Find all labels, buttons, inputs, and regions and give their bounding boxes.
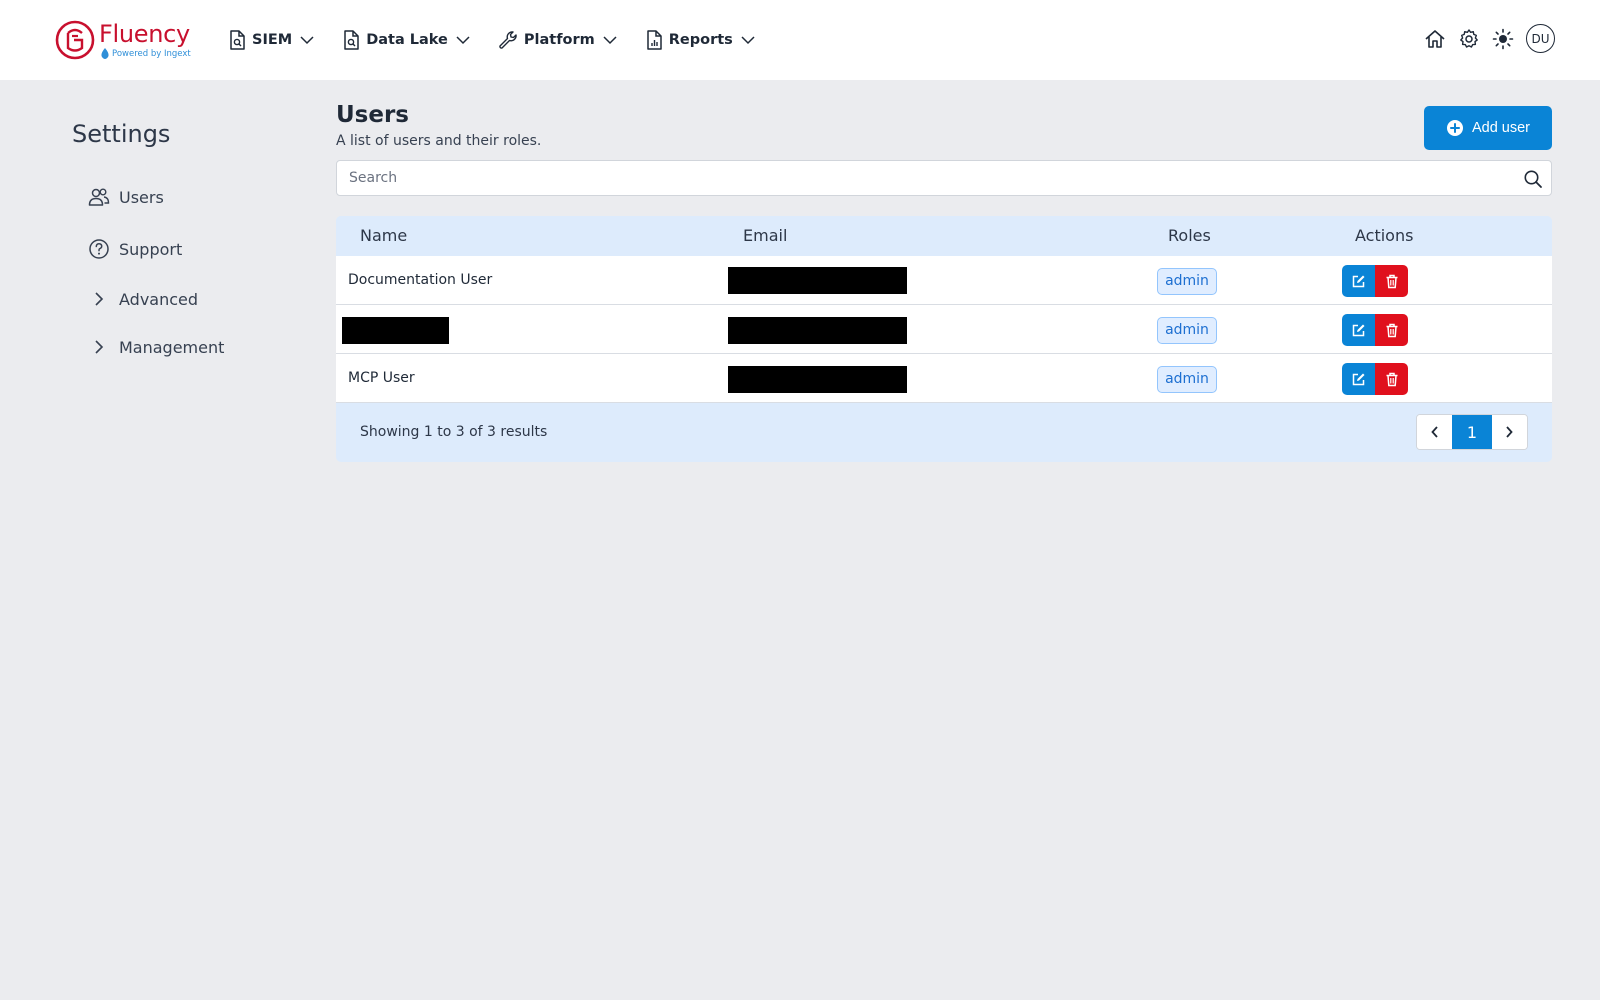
- users-icon: [88, 186, 110, 208]
- table-row: Documentation User admin: [336, 256, 1552, 305]
- main-nav: SIEM Data Lake Platform Reports: [228, 26, 783, 54]
- redacted-name: [342, 317, 449, 344]
- edit-user-button[interactable]: [1342, 265, 1375, 297]
- user-name: Documentation User: [348, 272, 493, 288]
- column-header-roles[interactable]: Roles: [1168, 226, 1211, 245]
- redacted-email: [728, 366, 907, 393]
- row-actions: [1342, 265, 1408, 297]
- page-subtitle: A list of users and their roles.: [336, 133, 542, 149]
- nav-siem[interactable]: SIEM: [228, 26, 314, 54]
- nav-siem-label: SIEM: [252, 32, 293, 48]
- powered-by-label: Powered by Ingext: [112, 49, 191, 59]
- sun-icon: [1492, 28, 1514, 49]
- report-chart-icon: [646, 30, 662, 50]
- chevron-left-icon: [1430, 426, 1438, 438]
- row-actions: [1342, 363, 1408, 395]
- redacted-email: [728, 267, 907, 294]
- nav-platform-label: Platform: [523, 32, 595, 48]
- settings-button[interactable]: [1458, 28, 1480, 50]
- chevron-down-icon: [300, 35, 314, 44]
- column-header-name[interactable]: Name: [360, 226, 407, 245]
- column-header-actions: Actions: [1355, 226, 1414, 245]
- column-header-email[interactable]: Email: [743, 226, 787, 245]
- sidebar-item-users[interactable]: Users: [88, 182, 164, 212]
- top-right-controls: DU: [1424, 24, 1555, 53]
- role-badge: admin: [1157, 268, 1217, 295]
- document-search-icon: [230, 30, 245, 50]
- add-user-button[interactable]: Add user: [1424, 106, 1552, 150]
- sidebar-item-support[interactable]: Support: [88, 234, 182, 264]
- trash-icon: [1386, 323, 1397, 337]
- role-badge: admin: [1157, 366, 1217, 393]
- chevron-down-icon: [741, 35, 755, 44]
- redacted-email: [728, 317, 907, 344]
- pagination: 1: [1416, 414, 1528, 450]
- delete-user-button[interactable]: [1375, 314, 1408, 346]
- add-user-label: Add user: [1471, 120, 1531, 136]
- edit-icon: [1352, 324, 1365, 336]
- edit-user-button[interactable]: [1342, 363, 1375, 395]
- sidebar-item-management[interactable]: Management: [88, 332, 224, 362]
- nav-platform[interactable]: Platform: [498, 26, 617, 54]
- row-actions: [1342, 314, 1408, 346]
- home-icon: [1425, 29, 1445, 48]
- previous-page-button[interactable]: [1417, 415, 1453, 449]
- nav-reports-label: Reports: [668, 32, 733, 48]
- users-table: Name Email Roles Actions Documentation U…: [336, 216, 1552, 462]
- sidebar-title: Settings: [72, 120, 171, 148]
- table-row: MCP User admin: [336, 354, 1552, 403]
- chevron-down-icon: [456, 35, 470, 44]
- sidebar-item-advanced-label: Advanced: [119, 289, 199, 309]
- sidebar-item-management-label: Management: [119, 337, 225, 357]
- droplet-icon: [101, 48, 109, 59]
- search-icon[interactable]: [1523, 169, 1543, 189]
- table-row: admin: [336, 305, 1552, 354]
- wrench-icon: [499, 31, 517, 49]
- nav-data-lake-label: Data Lake: [366, 32, 448, 48]
- fluency-logo[interactable]: Fluency Powered by Ingext: [55, 19, 195, 61]
- chevron-right-icon: [1506, 426, 1514, 438]
- powered-by-text: Powered by Ingext: [100, 48, 191, 60]
- chevron-right-icon: [88, 336, 110, 358]
- brand-name: Fluency: [99, 20, 190, 48]
- plus-circle-icon: [1446, 120, 1463, 136]
- user-avatar[interactable]: DU: [1526, 24, 1555, 53]
- sidebar-item-advanced[interactable]: Advanced: [88, 284, 198, 314]
- delete-user-button[interactable]: [1375, 265, 1408, 297]
- edit-icon: [1352, 373, 1365, 385]
- nav-data-lake[interactable]: Data Lake: [342, 26, 470, 54]
- question-circle-icon: [88, 238, 110, 260]
- page-1-button[interactable]: 1: [1452, 415, 1492, 449]
- trash-icon: [1386, 274, 1397, 288]
- edit-user-button[interactable]: [1342, 314, 1375, 346]
- search-box: [336, 160, 1552, 196]
- theme-toggle-button[interactable]: [1492, 28, 1514, 50]
- table-header: Name Email Roles Actions: [336, 216, 1552, 256]
- page-title: Users: [336, 102, 409, 128]
- chevron-down-icon: [603, 35, 617, 44]
- user-name: MCP User: [348, 370, 415, 386]
- delete-user-button[interactable]: [1375, 363, 1408, 395]
- sidebar-item-support-label: Support: [119, 239, 183, 259]
- search-input[interactable]: [337, 161, 1497, 195]
- next-page-button[interactable]: [1491, 415, 1527, 449]
- pagination-summary: Showing 1 to 3 of 3 results: [360, 424, 548, 440]
- gear-icon: [1460, 28, 1478, 48]
- sidebar-item-users-label: Users: [119, 187, 164, 207]
- top-navigation-bar: Fluency Powered by Ingext SIEM Data Lake…: [0, 0, 1600, 80]
- edit-icon: [1352, 275, 1365, 287]
- trash-icon: [1386, 372, 1397, 386]
- role-badge: admin: [1157, 317, 1217, 344]
- nav-reports[interactable]: Reports: [645, 26, 755, 54]
- document-search-icon: [344, 30, 359, 50]
- home-button[interactable]: [1424, 28, 1446, 50]
- chevron-right-icon: [88, 288, 110, 310]
- fluency-logo-mark-icon: [55, 20, 95, 60]
